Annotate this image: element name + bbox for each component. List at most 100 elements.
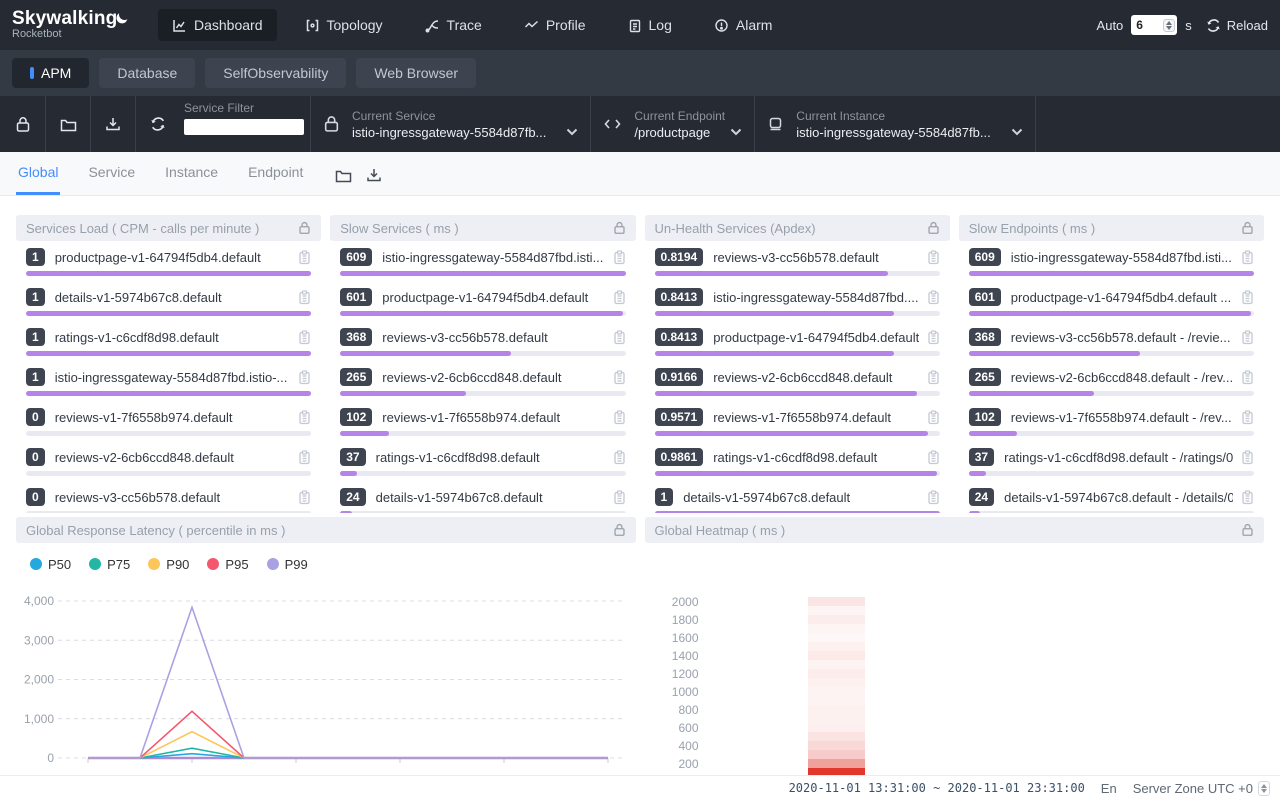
selector-current-instance[interactable]: Current Instanceistio-ingressgateway-558… xyxy=(755,96,1034,152)
legend-item-p95[interactable]: P95 xyxy=(207,557,248,572)
list-item[interactable]: 1details-v1-5974b67c8.default xyxy=(647,481,948,513)
heatmap-cell[interactable] xyxy=(808,660,865,669)
copy-icon[interactable] xyxy=(927,490,940,505)
list-item[interactable]: 609istio-ingressgateway-5584d87fbd.isti.… xyxy=(961,241,1262,281)
copy-icon[interactable] xyxy=(927,290,940,305)
copy-icon[interactable] xyxy=(927,370,940,385)
list-item[interactable]: 0.9166reviews-v2-6cb6ccd848.default xyxy=(647,361,948,401)
copy-icon[interactable] xyxy=(927,450,940,465)
nav-item-log[interactable]: Log xyxy=(614,9,686,41)
tab-instance[interactable]: Instance xyxy=(163,154,220,195)
latency-line-chart[interactable]: 01,0002,0003,0004,000 xyxy=(16,573,628,773)
copy-icon[interactable] xyxy=(298,450,311,465)
copy-icon[interactable] xyxy=(613,370,626,385)
lock-icon[interactable] xyxy=(927,221,940,235)
copy-icon[interactable] xyxy=(1241,490,1254,505)
lock-icon[interactable] xyxy=(298,221,311,235)
copy-icon[interactable] xyxy=(298,250,311,265)
service-filter-input[interactable] xyxy=(184,119,304,135)
reload-button[interactable]: Reload xyxy=(1206,18,1268,33)
copy-icon[interactable] xyxy=(613,490,626,505)
list-item[interactable]: 24details-v1-5974b67c8.default xyxy=(332,481,633,513)
list-item[interactable]: 102reviews-v1-7f6558b974.default xyxy=(332,401,633,441)
heatmap-cell[interactable] xyxy=(808,642,865,651)
language-switch[interactable]: En xyxy=(1101,781,1117,796)
heatmap-cell[interactable] xyxy=(808,750,865,759)
list-item[interactable]: 601productpage-v1-64794f5db4.default xyxy=(332,281,633,321)
legend-item-p90[interactable]: P90 xyxy=(148,557,189,572)
copy-icon[interactable] xyxy=(298,370,311,385)
list-item[interactable]: 0.9861ratings-v1-c6cdf8d98.default xyxy=(647,441,948,481)
refresh-templates-button[interactable] xyxy=(135,96,180,152)
copy-icon[interactable] xyxy=(613,250,626,265)
list-item[interactable]: 0reviews-v3-cc56b578.default xyxy=(18,481,319,513)
lock-templates-button[interactable] xyxy=(0,96,45,152)
list-item[interactable]: 1ratings-v1-c6cdf8d98.default xyxy=(18,321,319,361)
heatmap-cell[interactable] xyxy=(808,597,865,606)
heatmap-cell[interactable] xyxy=(808,714,865,723)
page-tab-database[interactable]: Database xyxy=(99,58,195,88)
nav-item-alarm[interactable]: Alarm xyxy=(700,9,787,41)
legend-item-p75[interactable]: P75 xyxy=(89,557,130,572)
list-item[interactable]: 265reviews-v2-6cb6ccd848.default xyxy=(332,361,633,401)
copy-icon[interactable] xyxy=(927,250,940,265)
copy-icon[interactable] xyxy=(298,410,311,425)
copy-icon[interactable] xyxy=(927,330,940,345)
time-range-picker[interactable]: 2020-11-01 13:31:00 ~ 2020-11-01 23:31:0… xyxy=(789,781,1085,795)
copy-icon[interactable] xyxy=(1241,250,1254,265)
heatmap-cell[interactable] xyxy=(808,606,865,615)
copy-icon[interactable] xyxy=(1241,410,1254,425)
nav-item-dashboard[interactable]: Dashboard xyxy=(158,9,277,41)
copy-icon[interactable] xyxy=(1241,370,1254,385)
list-item[interactable]: 1productpage-v1-64794f5db4.default xyxy=(18,241,319,281)
heatmap-cell[interactable] xyxy=(808,669,865,678)
copy-icon[interactable] xyxy=(298,330,311,345)
app-logo[interactable]: Skywalking Rocketbot xyxy=(12,9,132,40)
list-item[interactable]: 37ratings-v1-c6cdf8d98.default - /rating… xyxy=(961,441,1262,481)
auto-interval-input[interactable]: 6 xyxy=(1131,15,1177,35)
nav-item-profile[interactable]: Profile xyxy=(510,9,600,41)
heatmap-cell[interactable] xyxy=(808,678,865,687)
list-item[interactable]: 1istio-ingressgateway-5584d87fbd.istio-.… xyxy=(18,361,319,401)
tab-endpoint[interactable]: Endpoint xyxy=(246,154,305,195)
lock-icon[interactable] xyxy=(1241,221,1254,235)
import-dashboard-button[interactable] xyxy=(45,96,90,152)
selector-current-service[interactable]: Current Serviceistio-ingressgateway-5584… xyxy=(311,96,590,152)
heatmap-cell[interactable] xyxy=(808,732,865,741)
copy-icon[interactable] xyxy=(298,290,311,305)
selector-current-endpoint[interactable]: Current Endpoint/productpage xyxy=(591,96,754,152)
heatmap-cell[interactable] xyxy=(808,615,865,624)
list-item[interactable]: 0.8194reviews-v3-cc56b578.default xyxy=(647,241,948,281)
nav-item-topology[interactable]: Topology xyxy=(291,9,397,41)
heatmap-cell[interactable] xyxy=(808,741,865,750)
heatmap-cell[interactable] xyxy=(808,768,865,775)
list-item[interactable]: 102reviews-v1-7f6558b974.default - /rev.… xyxy=(961,401,1262,441)
copy-icon[interactable] xyxy=(1241,450,1254,465)
heatmap-cell[interactable] xyxy=(808,687,865,696)
copy-icon[interactable] xyxy=(613,290,626,305)
copy-icon[interactable] xyxy=(613,330,626,345)
heatmap-cell[interactable] xyxy=(808,633,865,642)
list-item[interactable]: 368reviews-v3-cc56b578.default - /revie.… xyxy=(961,321,1262,361)
copy-icon[interactable] xyxy=(1241,290,1254,305)
lock-icon[interactable] xyxy=(613,221,626,235)
heatmap-cell[interactable] xyxy=(808,759,865,768)
list-item[interactable]: 0.8413istio-ingressgateway-5584d87fbd...… xyxy=(647,281,948,321)
lock-icon[interactable] xyxy=(613,523,626,537)
timezone-stepper[interactable] xyxy=(1258,781,1270,796)
list-item[interactable]: 0.9571reviews-v1-7f6558b974.default xyxy=(647,401,948,441)
page-tab-apm[interactable]: APM xyxy=(12,58,89,88)
legend-item-p50[interactable]: P50 xyxy=(30,557,71,572)
export-dashboard-button[interactable] xyxy=(90,96,135,152)
list-item[interactable]: 37ratings-v1-c6cdf8d98.default xyxy=(332,441,633,481)
tab-service[interactable]: Service xyxy=(86,154,137,195)
heatmap-chart[interactable]: 0200400600800100012001400160018002000 xyxy=(645,543,1265,775)
copy-icon[interactable] xyxy=(613,410,626,425)
list-item[interactable]: 1details-v1-5974b67c8.default xyxy=(18,281,319,321)
nav-item-trace[interactable]: Trace xyxy=(411,9,496,41)
folder-icon[interactable] xyxy=(335,168,352,183)
list-item[interactable]: 609istio-ingressgateway-5584d87fbd.isti.… xyxy=(332,241,633,281)
copy-icon[interactable] xyxy=(1241,330,1254,345)
heatmap-cell[interactable] xyxy=(808,723,865,732)
list-item[interactable]: 0.8413productpage-v1-64794f5db4.default xyxy=(647,321,948,361)
